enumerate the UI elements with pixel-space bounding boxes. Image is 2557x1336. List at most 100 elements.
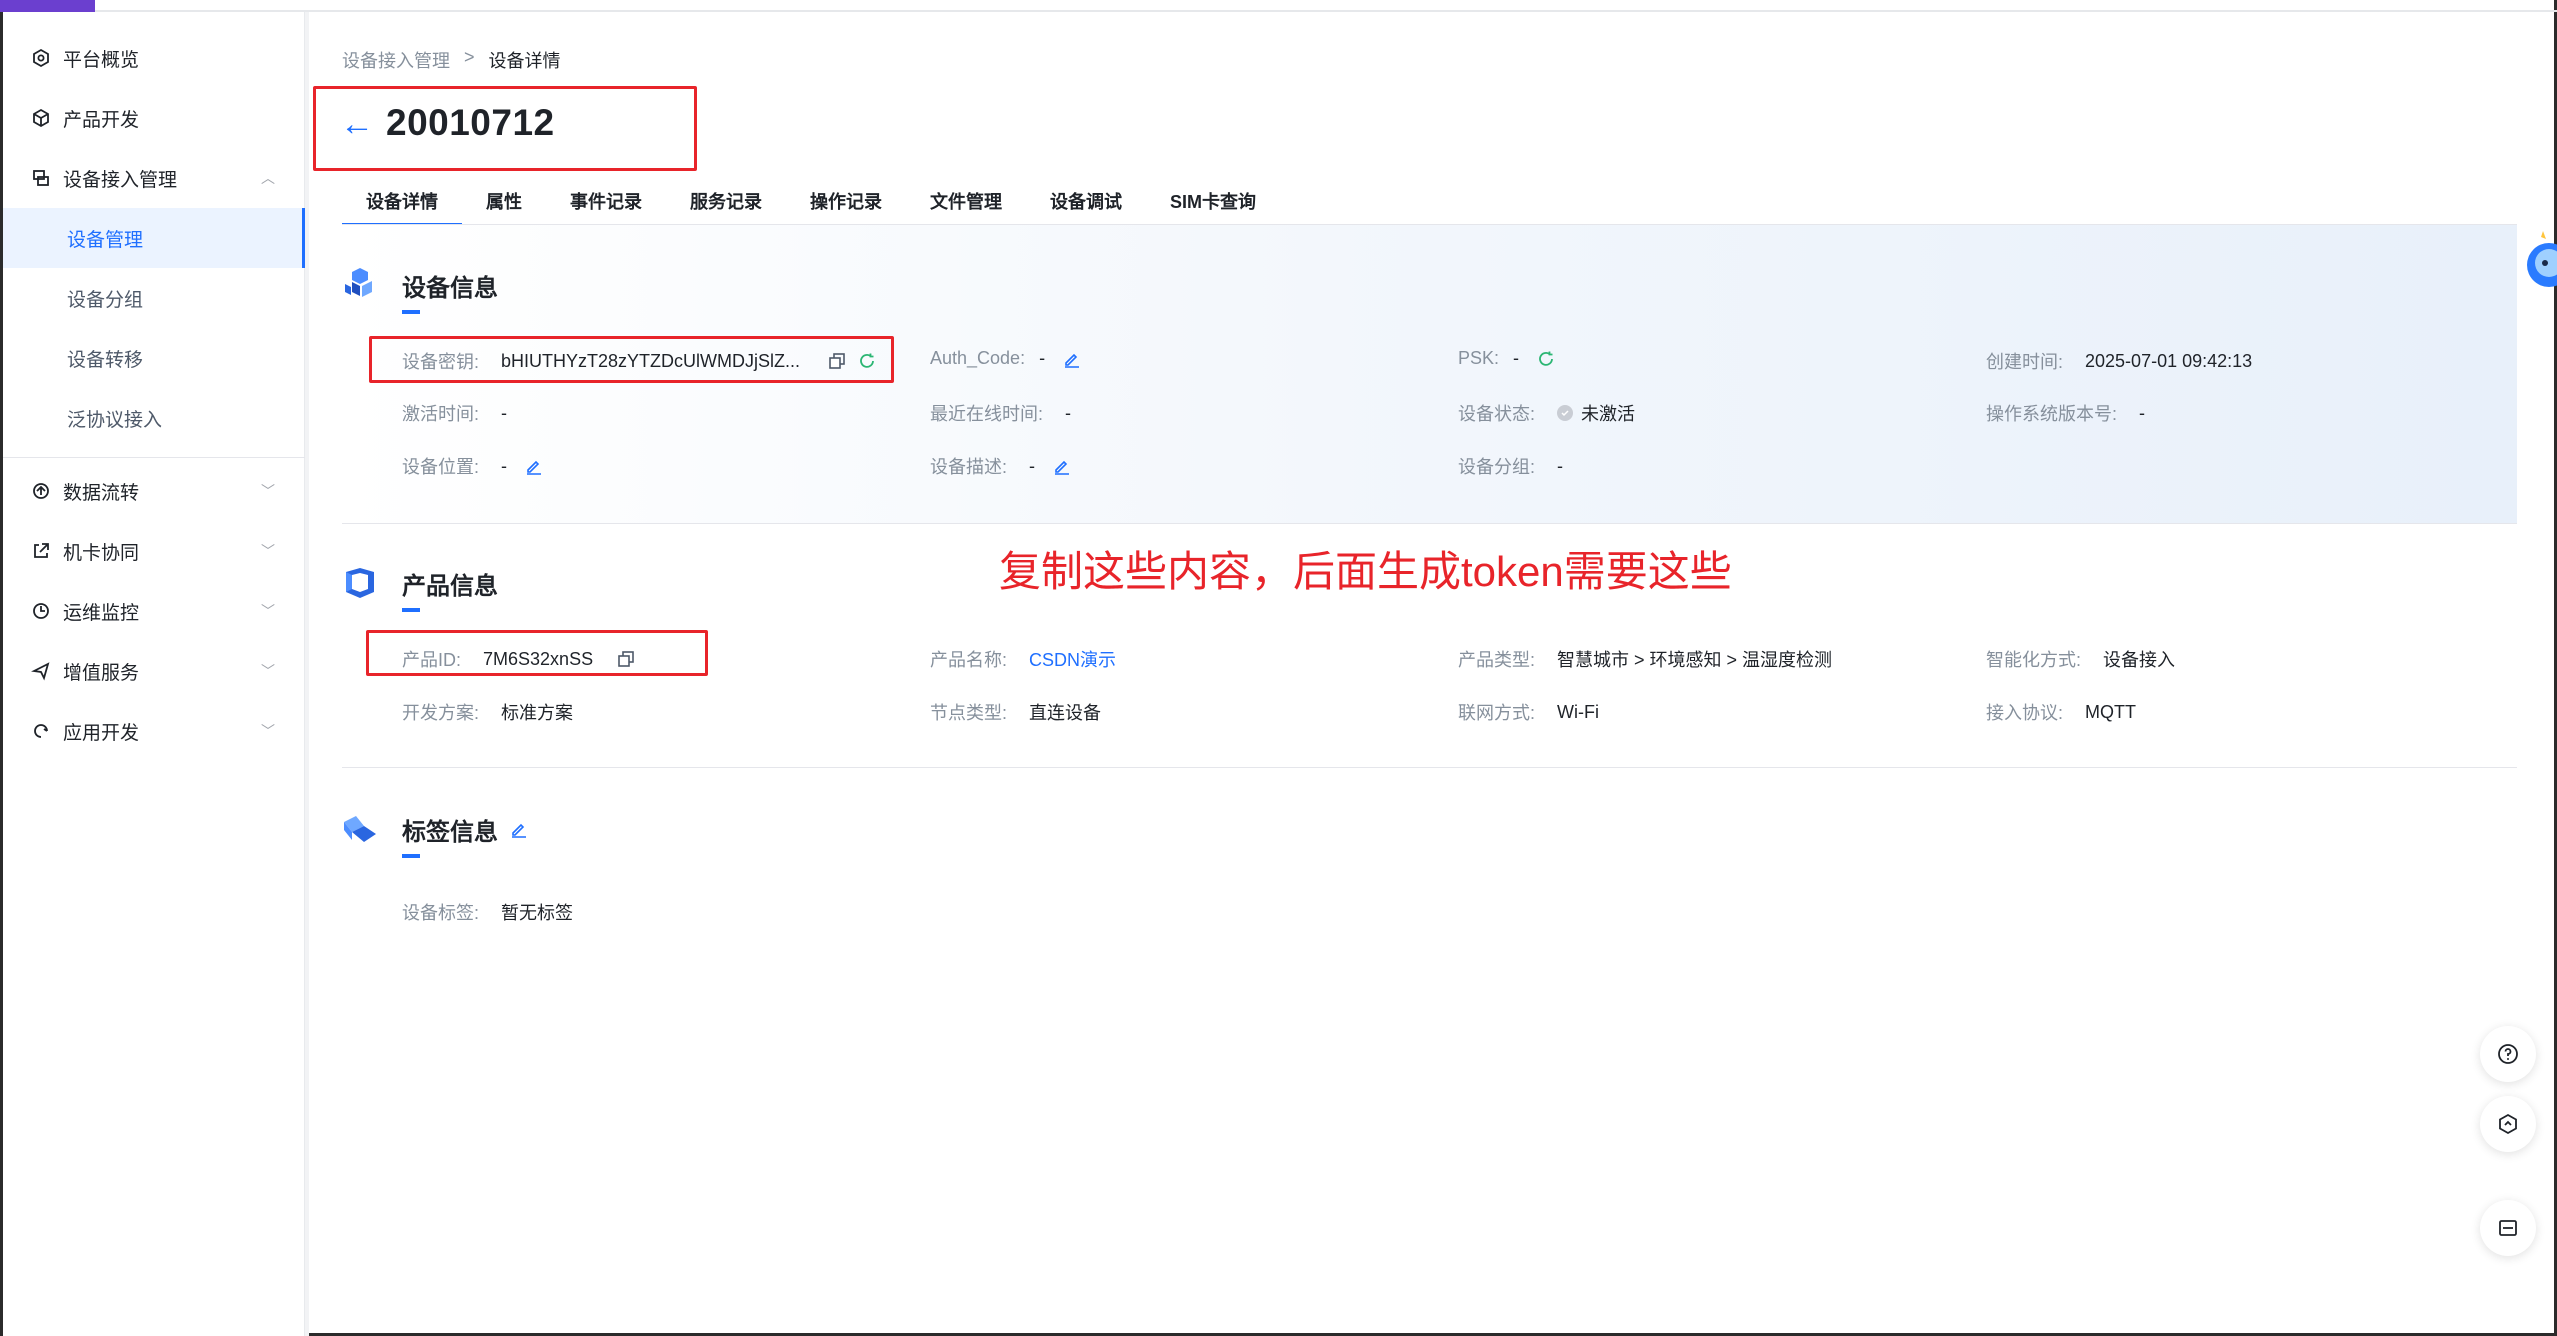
field-value: 标准方案 [501,703,574,723]
field-value: - [501,455,508,476]
field-dev-scheme: 开发方案: 标准方案 [402,699,573,725]
copy-icon[interactable] [617,650,635,668]
assistant-mascot-icon[interactable] [2515,225,2557,305]
field-created-time: 创建时间: 2025-07-01 09:42:13 [1986,348,2252,374]
breadcrumb-parent[interactable]: 设备接入管理 [342,47,450,73]
field-device-desc: 设备描述: - [930,453,1071,479]
field-value: - [1513,348,1520,368]
sidebar-item-device-access[interactable]: 设备接入管理 ︿ [3,148,305,208]
edit-tags-icon[interactable] [510,820,528,838]
chevron-down-icon: ﹀ [261,483,275,499]
field-value: - [1039,348,1046,368]
page-title: 20010712 [386,102,555,143]
section-underline [402,608,420,612]
tab-file-management[interactable]: 文件管理 [906,180,1026,224]
sidebar-item-label: 设备接入管理 [63,169,178,191]
section-divider [342,523,2517,524]
field-value: MQTT [2085,701,2137,722]
field-label: 最近在线时间: [930,404,1044,424]
field-label: 设备分组: [1458,457,1536,477]
field-label: 产品类型: [1458,650,1536,670]
sidebar-item-label: 机卡协同 [63,542,140,564]
breadcrumb-current: 设备详情 [488,51,561,71]
product-name-link[interactable]: CSDN演示 [1029,646,1116,672]
value-service-icon [29,659,53,683]
sidebar-subitem-generic-protocol[interactable]: 泛协议接入 [3,388,305,448]
sidebar-item-app-dev[interactable]: 应用开发 ﹀ [3,701,305,761]
tab-device-debug[interactable]: 设备调试 [1026,180,1146,224]
tab-operation-records[interactable]: 操作记录 [786,180,906,224]
product-info-icon [346,568,374,598]
field-value: 设备接入 [2103,650,2176,670]
tab-service-records[interactable]: 服务记录 [666,180,786,224]
sidebar-item-label: 应用开发 [63,722,140,744]
sidebar-item-overview[interactable]: 平台概览 [3,28,305,88]
sidebar-item-product-dev[interactable]: 产品开发 [3,88,305,148]
tab-bar: 设备详情 属性 事件记录 服务记录 操作记录 文件管理 设备调试 SIM卡查询 [342,180,1280,226]
sidebar: 平台概览 产品开发 设备接入管理 ︿ 设备管理 设备分组 设备转移 泛协议接入 … [3,12,305,1336]
sidebar-subitem-label: 泛协议接入 [67,409,163,431]
field-value: 智慧城市 > 环境感知 > 温湿度检测 [1557,650,1833,670]
copy-icon[interactable] [828,352,846,370]
card-sync-icon [29,539,53,563]
refresh-icon[interactable] [1537,350,1555,368]
field-value: Wi-Fi [1557,701,1599,722]
field-device-location: 设备位置: - [402,453,543,479]
field-label: 智能化方式: [1986,650,2082,670]
field-device-secret: 设备密钥: bHIUTHYzT28zYTZDcUlWMDJjSlZ... [402,348,876,374]
feedback-button[interactable] [2480,1200,2536,1256]
sidebar-item-label: 产品开发 [63,109,140,131]
edit-icon[interactable] [525,457,543,475]
chevron-down-icon: ﹀ [261,723,275,739]
product-id-value: 7M6S32xnSS [483,648,594,669]
field-value: - [1557,455,1564,476]
field-label: 设备描述: [930,457,1008,477]
sidebar-subitem-device-transfer[interactable]: 设备转移 [3,328,305,388]
device-info-icon [345,268,372,297]
sidebar-subitem-device-group[interactable]: 设备分组 [3,268,305,328]
back-arrow-icon[interactable]: ← [340,106,374,142]
device-info-title: 设备信息 [402,275,498,302]
section-divider [342,767,2517,768]
tab-properties[interactable]: 属性 [462,180,546,224]
field-value: - [501,402,508,423]
field-activated-time: 激活时间: - [402,400,507,426]
tag-info-icon [344,816,376,842]
field-product-name: 产品名称: CSDN演示 [930,646,1116,672]
field-device-status: 设备状态: 未激活 [1458,400,1635,426]
status-inactive-icon [1557,405,1574,421]
device-access-icon [29,166,53,190]
tag-info-title: 标签信息 [402,819,498,846]
field-label: 操作系统版本号: [1986,404,2118,424]
tab-device-detail[interactable]: 设备详情 [342,180,462,226]
sidebar-item-monitor[interactable]: 运维监控 ﹀ [3,581,305,641]
help-button[interactable] [2480,1026,2536,1082]
section-underline [402,310,420,314]
field-last-online: 最近在线时间: - [930,400,1071,426]
field-label: 设备位置: [402,457,480,477]
sidebar-gutter [305,12,309,1336]
sidebar-subitem-device-manage[interactable]: 设备管理 [3,208,305,268]
field-label: 设备状态: [1458,404,1536,424]
field-label: 接入协议: [1986,703,2064,723]
field-label: 开发方案: [402,703,480,723]
service-button[interactable] [2480,1096,2536,1152]
tab-sim-query[interactable]: SIM卡查询 [1146,180,1280,224]
sidebar-item-label: 平台概览 [63,49,140,71]
chevron-up-icon: ︿ [261,170,275,186]
sidebar-item-data-flow[interactable]: 数据流转 ﹀ [3,461,305,521]
sidebar-item-card-sync[interactable]: 机卡协同 ﹀ [3,521,305,581]
field-value: 直连设备 [1029,703,1102,723]
breadcrumb-separator: > [464,47,475,67]
refresh-icon[interactable] [858,352,876,370]
edit-icon[interactable] [1053,457,1071,475]
field-value: - [1029,455,1036,476]
field-value: - [2139,402,2146,423]
sidebar-item-value-service[interactable]: 增值服务 ﹀ [3,641,305,701]
field-label: 产品ID: [402,650,462,670]
field-label: 激活时间: [402,404,480,424]
field-product-id: 产品ID: 7M6S32xnSS [402,646,635,672]
overview-icon [29,46,53,70]
tab-event-records[interactable]: 事件记录 [546,180,666,224]
edit-icon[interactable] [1063,350,1081,368]
